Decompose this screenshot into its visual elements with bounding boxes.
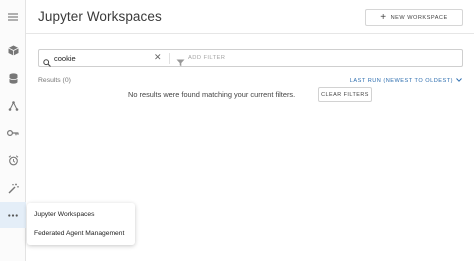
database-icon[interactable]	[0, 68, 26, 88]
more-icon[interactable]	[0, 202, 26, 228]
menu-item-federated-agent-management[interactable]: Federated Agent Management	[34, 230, 124, 237]
alarm-icon[interactable]	[0, 150, 26, 170]
new-workspace-label: NEW WORKSPACE	[390, 14, 448, 21]
app-root: Jupyter Workspaces + NEW WORKSPACE cooki…	[0, 0, 474, 261]
workspaces-icon[interactable]	[0, 40, 26, 60]
clear-search-icon[interactable]: ✕	[154, 52, 162, 63]
nodes-icon[interactable]	[0, 96, 26, 116]
search-bar: cookie ✕ ADD FILTER	[38, 49, 463, 67]
chevron-down-icon	[456, 78, 462, 84]
search-input[interactable]: cookie	[54, 54, 76, 63]
results-count: Results (0)	[38, 77, 71, 84]
clear-filters-button[interactable]: CLEAR FILTERS	[318, 87, 372, 102]
filter-icon[interactable]	[176, 54, 185, 72]
sort-dropdown[interactable]: LAST RUN (NEWEST TO OLDEST)	[350, 78, 462, 84]
key-icon[interactable]	[0, 123, 26, 143]
new-workspace-button[interactable]: + NEW WORKSPACE	[365, 9, 463, 26]
page-title: Jupyter Workspaces	[38, 9, 162, 24]
wand-icon[interactable]	[0, 178, 26, 198]
empty-message: No results were found matching your curr…	[128, 90, 296, 99]
search-divider	[169, 53, 170, 64]
sidebar	[0, 0, 26, 261]
search-icon	[43, 54, 51, 72]
header-divider	[26, 33, 474, 34]
plus-icon: +	[380, 11, 387, 23]
menu-item-jupyter-workspaces[interactable]: Jupyter Workspaces	[34, 211, 94, 218]
add-filter-button[interactable]: ADD FILTER	[188, 55, 225, 61]
menu-icon[interactable]	[0, 7, 26, 27]
sort-label: LAST RUN (NEWEST TO OLDEST)	[349, 78, 453, 84]
more-menu-popup: Jupyter Workspaces Federated Agent Manag…	[27, 203, 135, 245]
